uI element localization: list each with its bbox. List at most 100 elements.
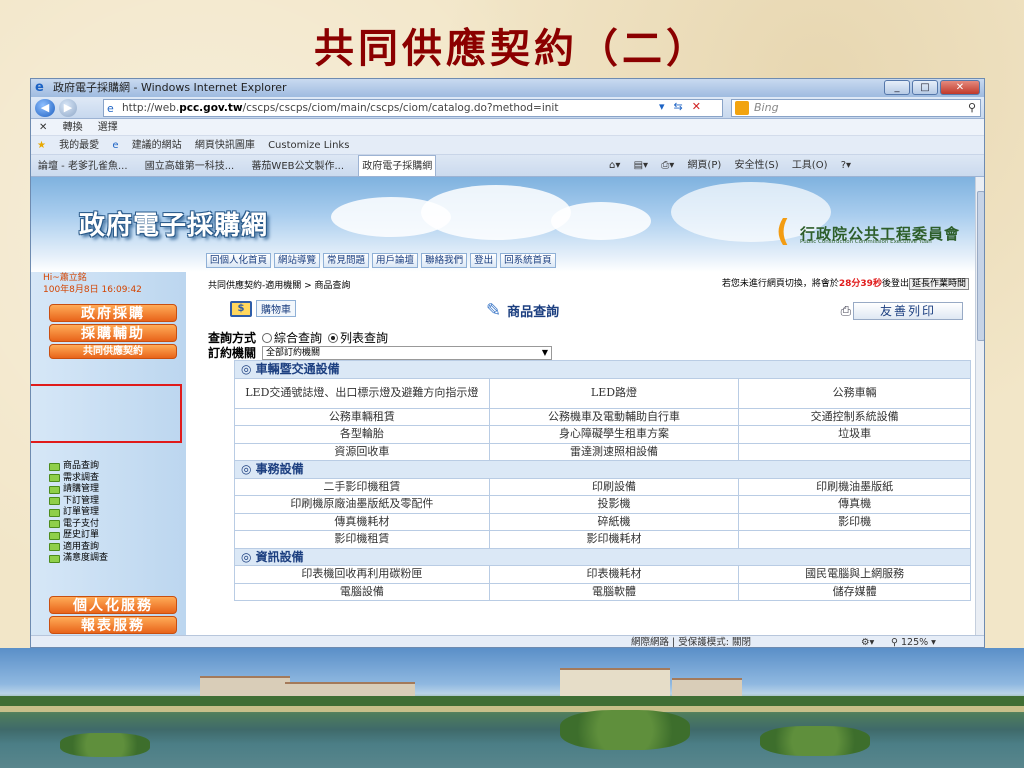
catalog-item-link[interactable]: 儲存媒體 (738, 582, 971, 601)
catalog-item-link[interactable]: 影印機耗材 (488, 530, 740, 549)
menu-select[interactable]: 選擇 (98, 122, 118, 133)
search-icon[interactable]: ⚲ (968, 100, 976, 116)
sidebar-common-supply-contract[interactable]: 共同供應契約 (49, 344, 177, 359)
site-logo[interactable]: 政府電子採購網 (79, 205, 268, 242)
vertical-scrollbar[interactable] (975, 177, 984, 635)
scrollbar-thumb[interactable] (977, 191, 984, 341)
nav-system-home[interactable]: 回系統首頁 (500, 253, 556, 268)
search-input[interactable]: Bing ⚲ (731, 99, 981, 117)
tab-procurement[interactable]: 政府電子採購網 (358, 155, 437, 176)
tree-item-demand-survey[interactable]: 需求調查 (49, 473, 108, 485)
print-icon[interactable]: ⎙▾ (661, 160, 674, 171)
extend-session-button[interactable]: 延長作業時間 (908, 278, 969, 290)
catalog-item-link[interactable]: 公務車輛租賃 (234, 407, 490, 426)
tab-web-doc[interactable]: 蕃茄WEB公文製作... (248, 156, 347, 177)
tab-forum[interactable]: 論壇 - 老爹孔雀魚... (35, 156, 131, 177)
catalog-item-link[interactable]: 碎紙機 (488, 512, 740, 531)
catalog-item-link[interactable]: 垃圾車 (738, 425, 971, 444)
safety-menu[interactable]: 安全性(S) (734, 160, 778, 171)
tree-item-satisfaction[interactable]: 滿意度調查 (49, 553, 108, 565)
sidebar-report-service[interactable]: 報表服務 (49, 616, 177, 634)
catalog-item-link[interactable]: 電腦設備 (234, 582, 490, 601)
tree-item-e-payment[interactable]: 電子支付 (49, 519, 108, 531)
nav-forum[interactable]: 用戶論壇 (372, 253, 419, 268)
catalog-item-link[interactable]: 公務機車及電動輔助自行車 (488, 407, 740, 426)
catalog-item-link[interactable]: 傳真機 (738, 495, 971, 514)
catalog-item-link[interactable]: 影印機 (738, 512, 971, 531)
customize-links-link[interactable]: Customize Links (268, 140, 349, 151)
help-icon[interactable]: ?▾ (841, 160, 851, 171)
catalog-item-link[interactable]: 各型輪胎 (234, 425, 490, 444)
site-header: 政府電子採購網 ( 行政院公共工程委員會 Public Construction… (31, 177, 975, 272)
catalog-item-link[interactable]: 資源回收車 (234, 442, 490, 461)
favorites-button[interactable]: 我的最愛 (59, 140, 99, 151)
chevron-down-icon: ▼ (541, 347, 549, 357)
shopping-cart[interactable]: $ 購物車 (230, 300, 296, 317)
catalog-item-link[interactable]: 印刷機原廠油墨版紙及零配件 (234, 495, 490, 514)
tree-item-order-placing[interactable]: 下訂管理 (49, 496, 108, 508)
sidebar-gov-procurement[interactable]: 政府採購 (49, 304, 177, 322)
catalog-item-link[interactable]: 交通控制系統設備 (738, 407, 971, 426)
catalog-row: 資源回收車 雷達測速照相設備 (234, 442, 971, 461)
catalog-item-link[interactable]: 二手影印機租賃 (234, 477, 490, 496)
nav-personal-home[interactable]: 回個人化首頁 (206, 253, 272, 268)
sidebar-procurement-aid[interactable]: 採購輔助 (49, 324, 177, 342)
forward-button[interactable]: ▶ (59, 99, 77, 117)
security-zone[interactable]: 網際網路 | 受保護模式: 關閉 (631, 636, 751, 647)
catalog-item-link[interactable]: 傳真機耗材 (234, 512, 490, 531)
nav-sitemap[interactable]: 網站導覽 (274, 253, 321, 268)
page-heading: ✎ 商品查詢 (486, 300, 560, 321)
dropdown-arrow-icon[interactable]: ▾ (659, 100, 665, 113)
suggested-sites-link[interactable]: 建議的網站 (132, 140, 182, 151)
catalog-item-link[interactable]: 投影機 (488, 495, 740, 514)
catalog-item-link[interactable]: LED路燈 (488, 377, 740, 409)
contract-org-select[interactable]: 全部訂約機關 ▼ (262, 345, 553, 360)
minimize-button[interactable]: _ (884, 80, 910, 95)
catalog-item-link[interactable]: LED交通號誌燈、出口標示燈及避難方向指示燈 (234, 377, 490, 409)
catalog-item-link[interactable]: 國民電腦與上網服務 (738, 565, 971, 584)
pcc-logo[interactable]: ( 行政院公共工程委員會 Public Construction Commiss… (776, 217, 971, 253)
tree-item-order-mgmt[interactable]: 訂單管理 (49, 507, 108, 519)
folder-icon (49, 543, 60, 552)
web-slice-gallery-link[interactable]: 網頁快訊圖庫 (195, 140, 255, 151)
page-menu[interactable]: 網頁(P) (687, 160, 721, 171)
url-input[interactable]: e http://web.pcc.gov.tw/cscps/cscps/ciom… (103, 99, 723, 117)
maximize-button[interactable]: □ (912, 80, 938, 95)
tree-item-order-history[interactable]: 歷史訂單 (49, 530, 108, 542)
security-status-icon[interactable]: ⚙▾ (861, 636, 874, 647)
tab-nkfust[interactable]: 國立高雄第一科技... (142, 156, 238, 177)
bing-icon (735, 101, 749, 115)
catalog-item-link[interactable]: 影印機租賃 (234, 530, 490, 549)
refresh-icon[interactable]: ⇆ (674, 100, 683, 113)
tree-item-applicable-query[interactable]: 適用查詢 (49, 542, 108, 554)
back-button[interactable]: ◀ (35, 99, 55, 117)
catalog-item-link[interactable]: 印刷機油墨版紙 (738, 477, 971, 496)
catalog-item-link[interactable]: 電腦軟體 (488, 582, 740, 601)
tools-menu[interactable]: 工具(O) (792, 160, 828, 171)
catalog-item-link[interactable]: 雷達測速照相設備 (488, 442, 740, 461)
star-icon: ★ (37, 140, 46, 151)
slide-title: 共同供應契約（二） (314, 25, 710, 72)
close-icon[interactable]: ✕ (39, 122, 47, 133)
close-window-button[interactable]: ✕ (940, 80, 980, 95)
menu-convert[interactable]: 轉換 (63, 122, 83, 133)
folder-icon (49, 531, 60, 540)
nav-logout[interactable]: 登出 (470, 253, 498, 268)
stop-icon[interactable]: ✕ (692, 100, 701, 113)
nav-contact[interactable]: 聯絡我們 (421, 253, 468, 268)
home-icon[interactable]: ⌂▾ (609, 160, 620, 171)
feeds-icon[interactable]: ▤▾ (634, 160, 648, 171)
zoom-level[interactable]: ⚲ 125% ▾ (891, 636, 936, 647)
tree-line (0, 696, 1024, 706)
tree-item-requisition[interactable]: 請購管理 (49, 484, 108, 496)
tree-item-product-query[interactable]: 商品查詢 (49, 461, 108, 473)
sidebar-personal-service[interactable]: 個人化服務 (49, 596, 177, 614)
catalog-item-link[interactable]: 印刷設備 (488, 477, 740, 496)
cloud-decoration (421, 185, 571, 240)
catalog-item-link[interactable]: 印表機回收再利用碳粉匣 (234, 565, 490, 584)
friendly-print-button[interactable]: 友善列印 (853, 302, 963, 320)
catalog-item-link[interactable]: 公務車輛 (738, 377, 971, 409)
catalog-item-link[interactable]: 身心障礙學生租車方案 (488, 425, 740, 444)
nav-faq[interactable]: 常見問題 (323, 253, 370, 268)
catalog-item-link[interactable]: 印表機耗材 (488, 565, 740, 584)
